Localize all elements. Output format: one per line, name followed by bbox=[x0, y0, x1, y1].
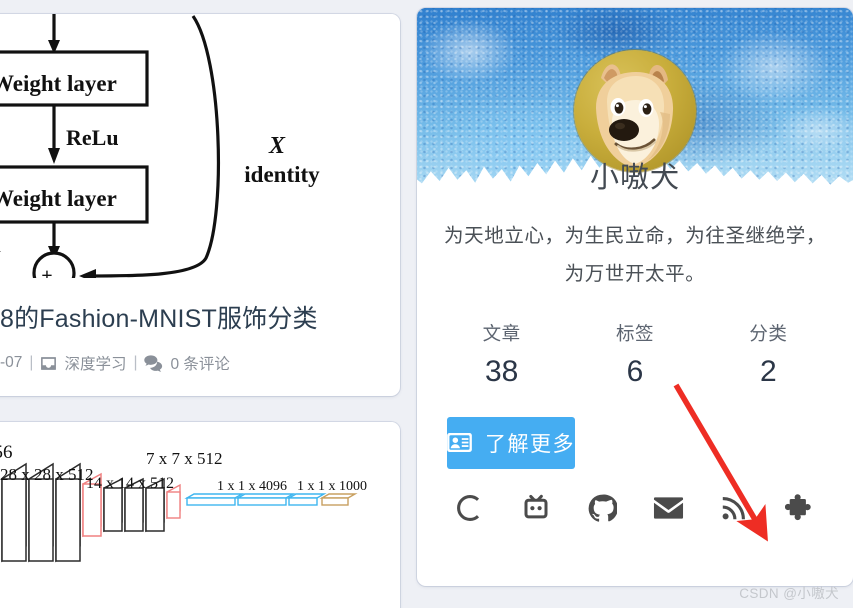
social-link-github[interactable] bbox=[587, 493, 618, 524]
vgg-label-256: 256 bbox=[0, 442, 13, 463]
diagram-label-weight-layer-1: Weight layer bbox=[0, 71, 117, 96]
article-comment-count[interactable]: 0 条评论 bbox=[170, 352, 229, 374]
envelope-icon bbox=[653, 496, 684, 520]
page-title: 小嗷犬 bbox=[589, 162, 680, 194]
article-card[interactable]: Weight layer ReLu Weight layer + X X ide… bbox=[0, 14, 400, 396]
article-info: 8的Fashion-MNIST服饰分类 -07 | 深度学习 | 0 条评论 bbox=[0, 304, 400, 396]
learn-more-label: 了解更多 bbox=[485, 432, 575, 456]
github-icon bbox=[588, 494, 617, 523]
meta-separator-1: | bbox=[29, 354, 34, 371]
diagram-label-x-left: X bbox=[0, 247, 1, 273]
id-card-icon bbox=[447, 433, 472, 453]
stat-tags[interactable]: 标签 6 bbox=[568, 320, 701, 389]
csdn-c-icon bbox=[455, 493, 485, 523]
page-root: Weight layer ReLu Weight layer + X X ide… bbox=[0, 0, 853, 608]
social-link-bilibili[interactable] bbox=[521, 493, 552, 524]
article-category[interactable]: 深度学习 bbox=[64, 352, 126, 374]
stat-label: 标签 bbox=[615, 322, 654, 344]
resnet-residual-block-diagram: Weight layer ReLu Weight layer + X X ide… bbox=[0, 14, 320, 278]
article-list-column: Weight layer ReLu Weight layer + X X ide… bbox=[0, 0, 400, 608]
stat-label: 文章 bbox=[482, 322, 521, 344]
diagram-label-plus: + bbox=[41, 265, 52, 278]
rss-icon bbox=[720, 494, 748, 522]
profile-card: 小嗷犬 为天地立心，为生民立命，为往圣继绝学，为万世开太平。 文章 38 标签 … bbox=[417, 8, 853, 586]
meta-separator-2: | bbox=[133, 354, 138, 371]
vgg-label-28x28x512: 28 x 28 x 512 bbox=[0, 465, 94, 484]
profile-body: 小嗷犬 为天地立心，为生民立命，为往圣继绝学，为万世开太平。 文章 38 标签 … bbox=[417, 162, 853, 524]
profile-column: 小嗷犬 为天地立心，为生民立命，为往圣继绝学，为万世开太平。 文章 38 标签 … bbox=[417, 0, 853, 608]
diagram-label-weight-layer-2: Weight layer bbox=[0, 186, 117, 211]
social-link-extension[interactable] bbox=[785, 493, 816, 524]
social-link-rss[interactable] bbox=[719, 493, 750, 524]
inbox-icon bbox=[40, 355, 57, 372]
puzzle-piece-icon bbox=[785, 493, 815, 523]
profile-stats: 文章 38 标签 6 分类 2 bbox=[435, 320, 835, 389]
vgg-label-7x7x512: 7 x 7 x 512 bbox=[146, 449, 223, 468]
diagram-label-relu: ReLu bbox=[66, 125, 119, 150]
vgg-label-1x1x4096: 1 x 1 x 4096 bbox=[217, 479, 287, 494]
profile-bio: 为天地立心，为生民立命，为往圣继绝学，为万世开太平。 bbox=[444, 224, 826, 285]
stat-articles[interactable]: 文章 38 bbox=[435, 320, 568, 389]
article-title[interactable]: 8的Fashion-MNIST服饰分类 bbox=[0, 304, 386, 335]
bilibili-tv-icon bbox=[521, 493, 551, 523]
article-thumbnail[interactable]: Weight layer ReLu Weight layer + X X ide… bbox=[0, 14, 400, 278]
vgg-label-14x14x512: 14 x 14 x 512 bbox=[86, 475, 174, 492]
doge-avatar bbox=[596, 64, 674, 168]
stat-value: 2 bbox=[759, 354, 777, 388]
comments-icon bbox=[144, 354, 163, 372]
social-link-email[interactable] bbox=[653, 493, 684, 524]
diagram-label-identity: identity bbox=[244, 162, 320, 187]
avatar[interactable] bbox=[574, 50, 696, 172]
stat-value: 38 bbox=[484, 354, 519, 388]
article-card[interactable]: 256 28 x 28 x 512 14 x 14 x 512 7 x 7 x … bbox=[0, 422, 400, 608]
social-link-csdn[interactable] bbox=[455, 493, 486, 524]
social-links bbox=[435, 493, 835, 524]
article-thumbnail[interactable]: 256 28 x 28 x 512 14 x 14 x 512 7 x 7 x … bbox=[0, 422, 400, 608]
diagram-label-x-identity: X bbox=[268, 133, 286, 159]
vgg-architecture-diagram: 256 28 x 28 x 512 14 x 14 x 512 7 x 7 x … bbox=[0, 442, 367, 563]
stat-value: 6 bbox=[626, 354, 644, 388]
stat-categories[interactable]: 分类 2 bbox=[702, 320, 835, 389]
article-date: -07 bbox=[0, 354, 23, 371]
stat-label: 分类 bbox=[749, 322, 788, 344]
watermark: CSDN @小嗷犬 bbox=[739, 586, 839, 601]
vgg-label-1x1x1000: 1 x 1 x 1000 bbox=[297, 479, 367, 494]
article-meta: -07 | 深度学习 | 0 条评论 bbox=[0, 352, 386, 374]
learn-more-button[interactable]: 了解更多 bbox=[447, 416, 575, 469]
